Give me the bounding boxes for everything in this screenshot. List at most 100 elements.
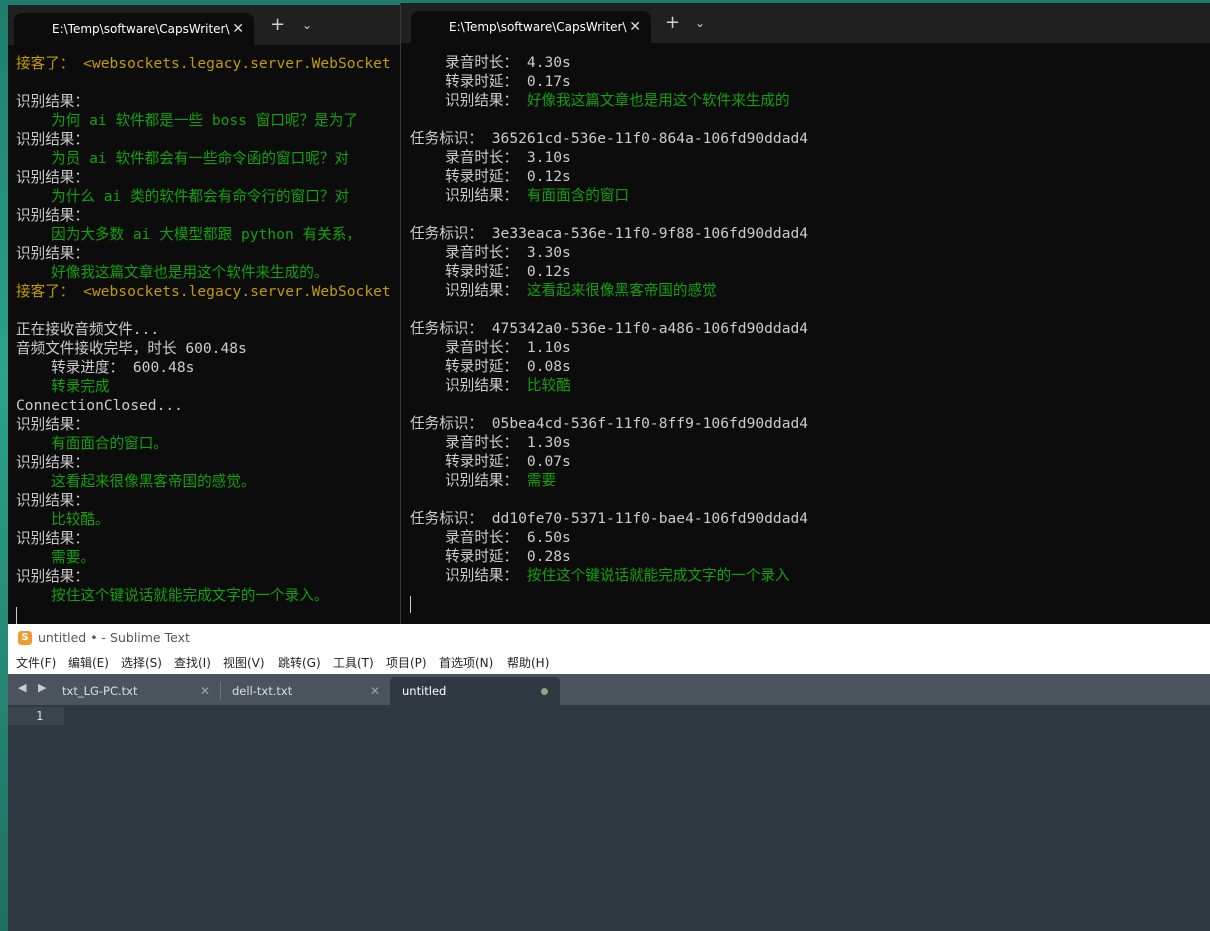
- new-tab-button[interactable]: +: [270, 15, 285, 35]
- tab-label: txt_LG-PC.txt: [62, 684, 138, 698]
- terminal-line: 识别结果：: [16, 245, 89, 262]
- terminal-line: 有面面合的窗口。: [16, 435, 168, 452]
- close-icon[interactable]: ✕: [370, 677, 380, 705]
- menu-bar: 文件(F) 编辑(E) 选择(S) 查找(I) 视图(V) 跳转(G) 工具(T…: [8, 652, 1210, 674]
- right-terminal-tab[interactable]: E:\Temp\software\CapsWriter\ ✕: [411, 11, 651, 43]
- terminal-line: 转录时延： 0.08s: [410, 357, 808, 376]
- chevron-down-icon[interactable]: ⌄: [302, 15, 312, 35]
- line-label: 识别结果：: [410, 187, 519, 204]
- editor-area[interactable]: 1: [8, 705, 1210, 931]
- terminal-line: ConnectionClosed...: [16, 397, 183, 414]
- menu-edit[interactable]: 编辑(E): [68, 652, 109, 674]
- tab-untitled[interactable]: untitled: [390, 677, 560, 705]
- line-value: 0.28s: [518, 548, 571, 565]
- terminal-line: 比较酷。: [16, 511, 110, 528]
- left-terminal-output[interactable]: 接客了： <websockets.legacy.server.WebSocket…: [16, 54, 391, 624]
- left-terminal-window[interactable]: E:\Temp\software\CapsWriter\ ✕ + ⌄ 接客了： …: [8, 5, 404, 624]
- tab-scroll-arrows-icon[interactable]: ◀ ▶: [18, 681, 50, 694]
- line-value: 1.10s: [518, 339, 571, 356]
- menu-project[interactable]: 项目(P): [386, 652, 427, 674]
- line-value: 0.12s: [518, 168, 571, 185]
- terminal-line: 因为大多数 ai 大模型都跟 python 有关系，: [16, 226, 361, 243]
- terminal-line: 识别结果：: [16, 93, 89, 110]
- close-icon[interactable]: ✕: [232, 13, 244, 45]
- close-icon[interactable]: ✕: [629, 11, 641, 43]
- line-value: 有面面含的窗口: [518, 187, 630, 204]
- right-terminal-output[interactable]: 录音时长： 4.30s 转录时延： 0.17s 识别结果： 好像我这篇文章也是用…: [410, 53, 808, 613]
- left-terminal-tab[interactable]: E:\Temp\software\CapsWriter\ ✕: [14, 13, 254, 45]
- chevron-down-icon[interactable]: ⌄: [695, 13, 705, 33]
- line-label: 识别结果：: [410, 472, 519, 489]
- line-label: 识别结果：: [410, 567, 519, 584]
- line-value: 0.07s: [518, 453, 571, 470]
- terminal-line: 为员 ai 软件都会有一些命令函的窗口呢？对: [16, 150, 349, 167]
- right-terminal-tabbar: E:\Temp\software\CapsWriter\ ✕ + ⌄: [401, 3, 1210, 43]
- terminal-line: 识别结果：: [16, 530, 89, 547]
- terminal-line: 任务标识： 365261cd-536e-11f0-864a-106fd90dda…: [410, 129, 808, 148]
- editor-tabbar: ◀ ▶ txt_LG-PC.txt ✕ dell-txt.txt ✕ untit…: [8, 674, 1210, 705]
- text-cursor-icon: [16, 606, 17, 624]
- line-value: 需要: [518, 472, 557, 489]
- window-title: untitled • - Sublime Text: [38, 630, 190, 645]
- menu-help[interactable]: 帮助(H): [507, 652, 549, 674]
- terminal-cursor-line: [410, 594, 808, 613]
- line-label: 任务标识：: [410, 320, 483, 337]
- left-terminal-tabbar: E:\Temp\software\CapsWriter\ ✕ + ⌄: [8, 5, 404, 45]
- menu-selection[interactable]: 选择(S): [121, 652, 162, 674]
- line-label: 转录时延：: [410, 548, 519, 565]
- terminal-line: 录音时长： 3.10s: [410, 148, 808, 167]
- menu-preferences[interactable]: 首选项(N): [439, 652, 493, 674]
- terminal-line: 正在接收音频文件...: [16, 321, 160, 338]
- sublime-text-window[interactable]: S untitled • - Sublime Text 文件(F) 编辑(E) …: [8, 624, 1210, 931]
- terminal-line: 转录时延： 0.12s: [410, 262, 808, 281]
- menu-find[interactable]: 查找(I): [174, 652, 211, 674]
- left-terminal-tab-title: E:\Temp\software\CapsWriter\: [52, 22, 230, 36]
- menu-tools[interactable]: 工具(T): [333, 652, 374, 674]
- line-value: 3e33eaca-536e-11f0-9f88-106fd90ddad4: [482, 225, 809, 242]
- text-cursor-icon: [410, 595, 411, 613]
- tab-txt-lg-pc[interactable]: txt_LG-PC.txt ✕: [50, 677, 220, 705]
- line-value: 3.10s: [518, 149, 571, 166]
- terminal-line: 好像我这篇文章也是用这个软件来生成的。: [16, 264, 329, 281]
- terminal-line: 识别结果： 有面面含的窗口: [410, 186, 808, 205]
- line-label: 录音时长：: [410, 54, 519, 71]
- line-value: 0.17s: [518, 73, 571, 90]
- tab-label: untitled: [402, 684, 447, 698]
- terminal-cursor-line: [16, 605, 391, 624]
- sublime-logo-icon: S: [18, 631, 32, 645]
- line-value: 6.50s: [518, 529, 571, 546]
- line-label: 录音时长：: [410, 149, 519, 166]
- terminal-line: 录音时长： 6.50s: [410, 528, 808, 547]
- tab-label: dell-txt.txt: [232, 684, 293, 698]
- terminal-line: 为什么 ai 类的软件都会有命令行的窗口？对: [16, 188, 349, 205]
- menu-file[interactable]: 文件(F): [16, 652, 56, 674]
- terminal-line: 接客了： <websockets.legacy.server.WebSocket: [16, 283, 391, 300]
- terminal-line: 识别结果：: [16, 454, 89, 471]
- terminal-line: 转录时延： 0.12s: [410, 167, 808, 186]
- new-tab-button[interactable]: +: [665, 13, 680, 33]
- line-label: 任务标识：: [410, 130, 483, 147]
- terminal-line: 识别结果： 需要: [410, 471, 808, 490]
- tab-dell-txt[interactable]: dell-txt.txt ✕: [220, 677, 390, 705]
- line-value: 比较酷: [518, 377, 571, 394]
- menu-goto[interactable]: 跳转(G): [278, 652, 321, 674]
- menu-view[interactable]: 视图(V): [223, 652, 265, 674]
- terminal-line: 录音时长： 1.30s: [410, 433, 808, 452]
- unsaved-dot-icon[interactable]: [541, 688, 548, 695]
- close-icon[interactable]: ✕: [200, 677, 210, 705]
- terminal-line: 识别结果： 按住这个键说话就能完成文字的一个录入: [410, 566, 808, 585]
- line-value: 4.30s: [518, 54, 571, 71]
- line-label: 识别结果：: [410, 282, 519, 299]
- right-terminal-window[interactable]: E:\Temp\software\CapsWriter\ ✕ + ⌄ 录音时长：…: [400, 3, 1210, 624]
- line-label: 转录时延：: [410, 73, 519, 90]
- terminal-line: 任务标识： 475342a0-536e-11f0-a486-106fd90dda…: [410, 319, 808, 338]
- line-label: 录音时长：: [410, 434, 519, 451]
- terminal-line: 录音时长： 4.30s: [410, 53, 808, 72]
- terminal-line: 录音时长： 3.30s: [410, 243, 808, 262]
- terminal-line: 转录完成: [16, 378, 110, 395]
- terminal-line: 任务标识： 05bea4cd-536f-11f0-8ff9-106fd90dda…: [410, 414, 808, 433]
